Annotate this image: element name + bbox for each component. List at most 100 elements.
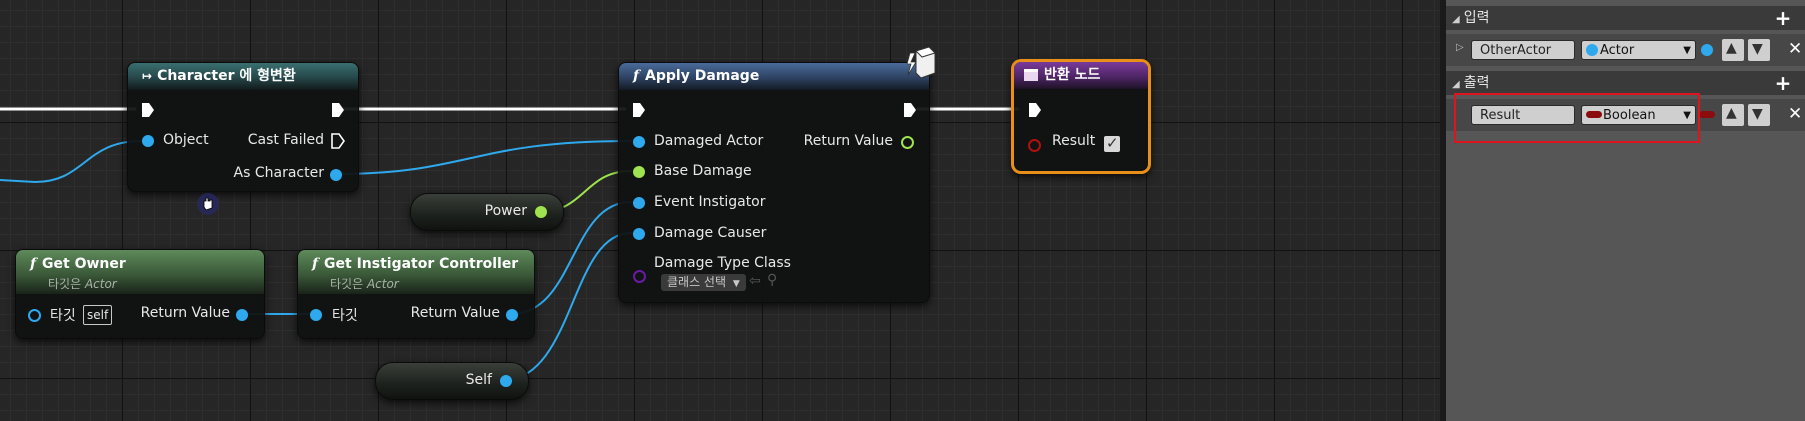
get-owner-subtitle: 타깃은 Actor: [48, 277, 117, 291]
damaged-actor-pin[interactable]: [633, 136, 645, 148]
get-instigator-header: f Get Instigator Controller 타깃은 Actor: [298, 250, 534, 294]
move-up-button[interactable]: ▲: [1722, 39, 1744, 61]
remove-output-button[interactable]: ✕: [1788, 104, 1802, 124]
add-input-button[interactable]: +: [1773, 8, 1793, 28]
self-variable-node[interactable]: Self: [375, 362, 529, 400]
highlight-box: [1454, 93, 1700, 143]
arrow-up-icon: ▲: [1726, 105, 1737, 121]
cast-object-label: Object: [163, 132, 209, 148]
input-param-name-field[interactable]: OtherActor: [1471, 40, 1575, 60]
self-pin[interactable]: [500, 375, 512, 387]
apply-exec-in-pin[interactable]: [632, 102, 646, 118]
inputs-title: 입력: [1463, 10, 1490, 26]
self-label: Self: [465, 372, 492, 388]
add-output-button[interactable]: +: [1773, 73, 1793, 93]
get-owner-return-label: Return Value: [140, 305, 230, 321]
get-owner-return-pin[interactable]: [236, 309, 248, 321]
move-down-button[interactable]: ▼: [1748, 104, 1770, 126]
result-pin[interactable]: [1028, 139, 1041, 152]
input-param-type-dropdown[interactable]: Actor ▼: [1581, 40, 1696, 60]
base-damage-label: Base Damage: [654, 163, 752, 179]
cast-object-pin[interactable]: [142, 135, 154, 147]
expand-triangle-icon: ◢: [1452, 14, 1460, 25]
return-node-icon: [1024, 69, 1038, 81]
get-owner-target-label: 타깃: [50, 308, 76, 324]
class-select-value: 클래스 선택: [667, 275, 727, 289]
get-owner-node[interactable]: f Get Owner 타깃은 Actor 타깃 self Return Valu…: [15, 249, 265, 339]
return-node-header: 반환 노드: [1014, 62, 1148, 89]
get-instigator-target-label: 타깃: [332, 308, 358, 324]
event-instigator-label: Event Instigator: [654, 194, 766, 210]
damage-causer-pin[interactable]: [633, 228, 645, 240]
cast-failed-pin[interactable]: [331, 133, 345, 149]
get-instigator-title: Get Instigator Controller: [324, 256, 519, 272]
result-label: Result: [1052, 133, 1096, 149]
cast-failed-label: Cast Failed: [247, 132, 324, 148]
get-owner-title: Get Owner: [42, 256, 126, 272]
as-character-pin[interactable]: [330, 169, 342, 181]
self-default-box: self: [83, 305, 113, 325]
get-instigator-subtitle: 타깃은 Actor: [330, 277, 399, 291]
return-node-title: 반환 노드: [1044, 67, 1101, 83]
base-damage-pin[interactable]: [633, 166, 645, 178]
get-instigator-return-pin[interactable]: [506, 309, 518, 321]
damaged-actor-label: Damaged Actor: [654, 133, 764, 149]
check-icon: ✓: [1106, 134, 1119, 152]
input-param-type: Actor: [1600, 43, 1635, 58]
return-node[interactable]: 반환 노드 Result ✓: [1011, 59, 1151, 174]
container-type-button[interactable]: [1701, 44, 1713, 56]
authority-only-icon: [907, 47, 936, 79]
apply-damage-title: Apply Damage: [645, 68, 760, 84]
outputs-title: 출력: [1463, 75, 1490, 91]
cast-exec-in-pin[interactable]: [141, 102, 155, 118]
hand-cursor-icon: [197, 193, 219, 215]
result-checkbox[interactable]: ✓: [1104, 134, 1120, 152]
remove-input-button[interactable]: ✕: [1788, 39, 1802, 59]
damage-causer-label: Damage Causer: [654, 225, 767, 241]
function-icon: f: [312, 256, 319, 272]
apply-damage-node[interactable]: f Apply Damage Damaged Actor Return Value…: [618, 47, 936, 303]
outputs-section-header[interactable]: ◢ 출력 +: [1446, 71, 1805, 95]
arrow-down-icon: ▼: [1752, 41, 1763, 57]
container-type-button[interactable]: [1699, 111, 1715, 118]
class-select-dropdown[interactable]: 클래스 선택 ▼: [661, 274, 746, 291]
apply-return-value-label: Return Value: [803, 133, 893, 149]
expand-triangle-icon: ◢: [1452, 79, 1460, 90]
apply-return-value-pin[interactable]: [901, 136, 914, 149]
power-pin[interactable]: [535, 206, 547, 218]
chevron-down-icon: ▼: [1683, 45, 1691, 56]
input-param-row: ▷ OtherActor Actor ▼ ▲ ▼ ✕: [1446, 34, 1805, 66]
power-variable-node[interactable]: Power: [410, 193, 564, 231]
get-instigator-target-pin[interactable]: [310, 309, 322, 321]
apply-exec-out-pin[interactable]: [903, 102, 917, 118]
function-icon: f: [633, 68, 640, 84]
browse-icon[interactable]: ⚲: [767, 272, 777, 288]
arrow-down-icon: ▼: [1752, 106, 1763, 122]
inputs-section-header[interactable]: ◢ 입력 +: [1446, 6, 1805, 30]
damage-type-class-pin[interactable]: [633, 270, 646, 283]
get-instigator-controller-node[interactable]: f Get Instigator Controller 타깃은 Actor 타깃 …: [297, 249, 535, 339]
cast-node-title: Character 에 형변환: [157, 68, 296, 84]
get-instigator-return-label: Return Value: [410, 305, 500, 321]
cast-arrow-icon: ↦: [142, 69, 153, 83]
arrow-up-icon: ▲: [1726, 40, 1737, 56]
use-selected-asset-icon[interactable]: ⇦: [749, 273, 761, 289]
blueprint-graph[interactable]: ↦ Character 에 형변환 Object Cast Failed As C…: [0, 0, 1440, 421]
actor-type-icon: [1586, 43, 1598, 56]
event-instigator-pin[interactable]: [633, 197, 645, 209]
cast-exec-out-pin[interactable]: [331, 102, 345, 118]
move-up-button[interactable]: ▲: [1722, 104, 1744, 126]
expand-arrow-icon[interactable]: ▷: [1456, 42, 1464, 53]
as-character-label: As Character: [233, 165, 324, 181]
get-owner-target-pin[interactable]: [28, 309, 41, 322]
cast-to-character-node[interactable]: ↦ Character 에 형변환 Object Cast Failed As C…: [127, 62, 359, 192]
wire-object: [0, 140, 142, 184]
apply-damage-header: f Apply Damage: [619, 63, 929, 90]
get-owner-header: f Get Owner 타깃은 Actor: [16, 250, 264, 294]
cast-node-header: ↦ Character 에 형변환: [128, 63, 358, 90]
return-exec-in-pin[interactable]: [1028, 102, 1042, 118]
move-down-button[interactable]: ▼: [1748, 39, 1770, 61]
details-panel: ◢ 입력 + ▷ OtherActor Actor ▼ ▲ ▼ ✕ ◢ 출력 + R…: [1440, 0, 1805, 421]
chevron-down-icon: ▼: [732, 279, 740, 289]
wire-as-character: [334, 140, 632, 175]
